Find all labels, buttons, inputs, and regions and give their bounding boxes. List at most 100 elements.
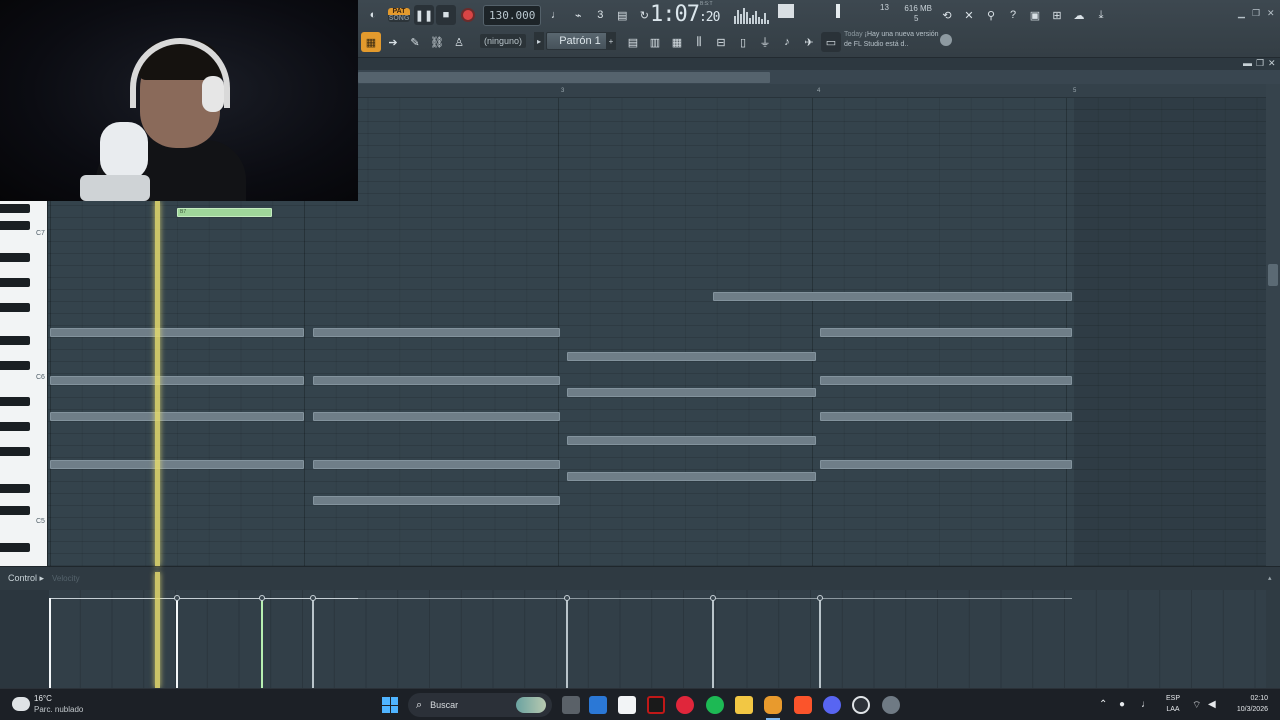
note[interactable] [820, 412, 1072, 421]
tray-overflow-icon[interactable]: ⌃ [1099, 699, 1107, 710]
timeline-ruler[interactable]: 3 4 5 [358, 84, 1266, 98]
taskbar-search[interactable]: ⌕ Buscar [408, 693, 552, 717]
close-icon[interactable]: ✕ [1267, 8, 1275, 19]
plugin-icon[interactable]: ⏚ [755, 32, 775, 52]
brave-browser-icon[interactable] [794, 696, 812, 714]
file-explorer-icon[interactable] [735, 696, 753, 714]
weather-cloud-icon[interactable] [12, 697, 30, 711]
black-key[interactable] [0, 336, 30, 345]
velocity-handle[interactable] [817, 595, 823, 601]
weather-temperature[interactable]: 16°C [34, 694, 52, 703]
playlist-icon[interactable]: ▤ [623, 32, 643, 52]
countdown-icon[interactable]: 3 [590, 5, 610, 25]
tray-app-icon[interactable]: ● [1119, 699, 1125, 710]
pattern-prev-icon[interactable]: ▸ [534, 32, 544, 50]
metronome-icon[interactable]: ♩ [546, 5, 566, 25]
playhead-marker[interactable] [155, 201, 160, 566]
note[interactable] [567, 436, 816, 445]
mic-icon[interactable]: ⚲ [981, 5, 1001, 25]
note[interactable] [820, 376, 1072, 385]
pat-song-toggle[interactable]: PAT SONG [388, 5, 410, 25]
velocity-handle[interactable] [174, 595, 180, 601]
media-player-icon[interactable] [676, 696, 694, 714]
pattern-add-icon[interactable]: + [606, 32, 616, 50]
clock-date[interactable]: 10/3/2026 [1224, 706, 1268, 713]
task-view-icon[interactable] [562, 696, 580, 714]
note[interactable] [313, 460, 560, 469]
piano-roll-close-icon[interactable]: ✕ [1268, 58, 1276, 69]
black-key[interactable] [0, 278, 30, 287]
stamp-tool-icon[interactable]: ♙ [449, 32, 469, 52]
control-selector[interactable]: Control ▸ [8, 573, 44, 584]
language-bottom[interactable]: LAA [1162, 706, 1184, 713]
settings-gear-icon[interactable] [882, 696, 900, 714]
netflix-icon[interactable] [647, 696, 665, 714]
note[interactable] [50, 376, 304, 385]
black-key[interactable] [0, 506, 30, 515]
vertical-scroll-thumb[interactable] [1268, 264, 1278, 286]
black-key[interactable] [0, 253, 30, 262]
wifi-icon[interactable]: ⌔ [1192, 699, 1201, 712]
tempo-tap-icon[interactable]: ♪ [777, 32, 797, 52]
note[interactable] [713, 292, 1072, 301]
record-button[interactable] [461, 8, 475, 22]
note[interactable] [313, 496, 560, 505]
pencil-tool-icon[interactable]: ✎ [405, 32, 425, 52]
fl-menu-icon[interactable]: ◐ [363, 5, 383, 25]
note[interactable] [50, 412, 304, 421]
channel-rack-icon[interactable]: ▥ [645, 32, 665, 52]
language-top[interactable]: ESP [1162, 695, 1184, 702]
velocity-handle[interactable] [564, 595, 570, 601]
note[interactable] [50, 460, 304, 469]
github-icon[interactable] [852, 696, 870, 714]
tempo-display[interactable]: 130.000 [483, 4, 542, 26]
note[interactable] [313, 328, 560, 337]
velocity-stem[interactable] [312, 598, 314, 688]
help-icon[interactable]: ? [1003, 5, 1023, 25]
remote-icon[interactable]: ✈ [799, 32, 819, 52]
chat-icon[interactable]: ☁ [1069, 5, 1089, 25]
note[interactable] [820, 460, 1072, 469]
velocity-handle[interactable] [710, 595, 716, 601]
mixer-icon[interactable]: ✕ [959, 5, 979, 25]
note[interactable] [567, 472, 816, 481]
black-key[interactable] [0, 204, 30, 213]
spotify-icon[interactable] [706, 696, 724, 714]
note[interactable] [50, 328, 304, 337]
piano-keyboard[interactable]: C7 C6 C5 [0, 201, 48, 566]
outlook-icon[interactable] [589, 696, 607, 714]
note[interactable] [820, 328, 1072, 337]
velocity-handle[interactable] [310, 595, 316, 601]
undo-icon[interactable]: ⟲ [937, 5, 957, 25]
velocity-stem[interactable] [566, 598, 568, 688]
discord-icon[interactable] [823, 696, 841, 714]
velocity-stem[interactable] [712, 598, 714, 688]
pattern-none-label[interactable]: (ninguno) [480, 34, 527, 48]
fl-studio-taskbar-icon[interactable] [764, 696, 782, 714]
black-key[interactable] [0, 422, 30, 431]
volume-icon[interactable]: ◀ [1208, 699, 1216, 710]
tray-mic-icon[interactable]: ♩ [1141, 699, 1151, 710]
black-key[interactable] [0, 543, 30, 552]
note[interactable] [313, 412, 560, 421]
velocity-stem-active[interactable] [261, 598, 263, 688]
black-key[interactable] [0, 397, 30, 406]
pattern-selector[interactable]: Patrón 1 [546, 32, 614, 50]
stop-icon[interactable]: ■ [436, 5, 456, 25]
clock-time[interactable]: 02:10 [1224, 695, 1268, 702]
arrow-tool-icon[interactable]: ➔ [383, 32, 403, 52]
horizontal-scrollbar[interactable] [358, 70, 1280, 84]
update-hint-panel[interactable]: Today ¡Hay una nueva versión de FL Studi… [844, 30, 942, 50]
restore-icon[interactable]: ❐ [1252, 8, 1260, 19]
notes-icon[interactable]: ▯ [733, 32, 753, 52]
black-key[interactable] [0, 447, 30, 456]
velocity-handle[interactable] [259, 595, 265, 601]
black-key[interactable] [0, 484, 30, 493]
velocity-stem[interactable] [819, 598, 821, 688]
minimize-icon[interactable]: ▁ [1238, 8, 1245, 19]
wait-input-icon[interactable]: ⌁ [568, 5, 588, 25]
black-key[interactable] [0, 303, 30, 312]
note[interactable] [567, 388, 816, 397]
save-icon[interactable]: ▣ [1025, 5, 1045, 25]
piano-roll-view-icon[interactable]: ▦ [667, 32, 687, 52]
